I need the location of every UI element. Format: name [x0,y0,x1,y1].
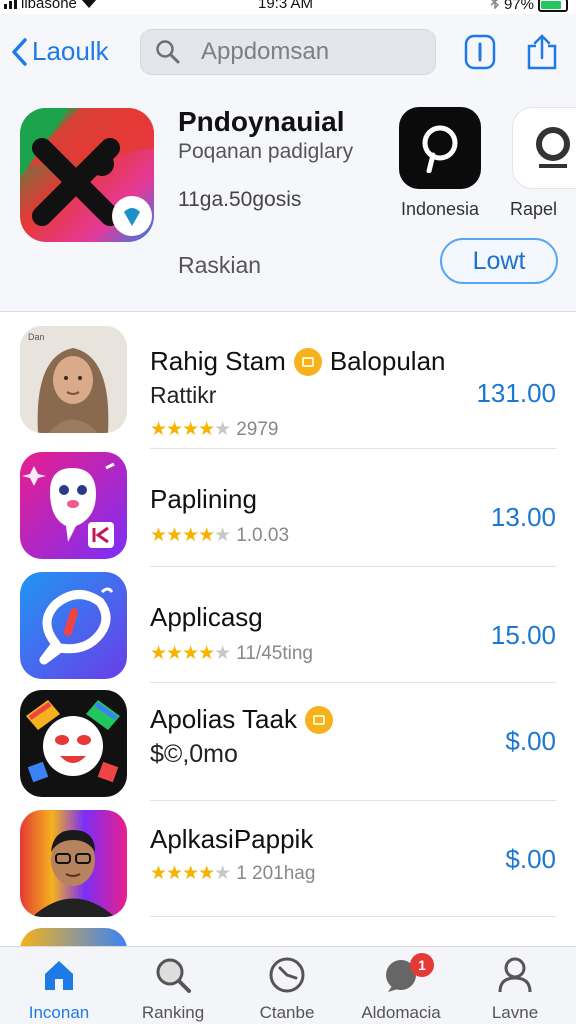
featured-subtitle: Poqanan padiglary [178,140,354,163]
divider [150,566,556,567]
camera-logo-icon [512,107,576,189]
app-subtitle: $©,0mo [150,740,238,768]
tab-aldomacia[interactable]: 1 Aldomacia [346,953,456,1023]
search-icon [156,40,180,64]
tab-ctanbe[interactable]: Ctanbe [232,953,342,1023]
star-rating-icon: ★★★★★ [150,419,231,440]
price-button[interactable]: 15.00 [491,620,556,651]
star-rating-icon: ★★★★★ [150,525,231,546]
tab-label: Aldomacia [361,1003,441,1022]
list-item[interactable]: AplkasiPappik ★★★★★ 1 201hag $.00 [0,808,576,926]
tab-label: Inconan [28,1003,90,1022]
rating-count: 11/45ting [236,642,313,664]
app-badge-text: Balopulan [329,346,446,376]
featured-section: Pndoynauial Poqanan padiglary 11ga.50gos… [0,90,576,312]
featured-get-button[interactable]: Lowt [440,238,558,284]
chevron-left-icon [12,37,27,66]
featured-rank: Raskian [178,252,262,278]
side-app-label: Rapel [510,199,558,219]
price-button[interactable]: 131.00 [476,378,556,409]
app-name: Applicasg [150,602,263,632]
status-bar: ilbasone 19:3 AM 97% [0,0,576,14]
list-item[interactable]: Dan Rahig Stam Balopulan Rattikr ★★★★★ 2… [0,324,576,449]
notification-badge: 1 [410,953,434,977]
tab-bar: Inconan Ranking Ctanbe 1 Aldomacia Lavne [0,946,576,1024]
info-icon [464,34,496,70]
bluetooth-icon [490,0,500,13]
clock-time: 19:3 AM [258,0,314,12]
price-button[interactable]: 13.00 [491,502,556,533]
side-app-indonesia[interactable]: Indonesia [394,107,486,220]
battery-percent: 97% [503,0,534,13]
mascot-icon [20,452,127,559]
star-rating-icon: ★★★★★ [150,863,231,884]
carrier-label: ilbasone [21,0,77,12]
home-icon [4,953,114,997]
navigation-bar: Laoulk [0,14,576,90]
share-icon [527,34,557,70]
info-button[interactable] [464,34,496,75]
featured-title: Pndoynauial [178,106,345,137]
signal-icon [4,0,17,9]
pin-logo-icon [399,107,481,189]
search-input[interactable] [201,38,421,66]
side-app-label: Indonesia [400,199,480,219]
wifi-icon [81,0,97,12]
side-app-rapel[interactable]: Rapel [508,107,576,220]
app-name: Rahig Stam [150,346,286,376]
chat-logo-icon [20,572,127,679]
featured-stat: 11ga.50gosis [178,188,302,211]
person-icon [460,953,570,997]
clock-icon [232,953,342,997]
app-name: Apolias Taak [150,704,297,734]
app-icon [20,928,127,946]
tab-label: Ctanbe [259,1003,315,1022]
tab-label: Lavne [491,1003,539,1022]
star-rating-icon: ★★★★★ [150,643,231,664]
divider [150,916,556,917]
back-label: Laoulk [32,36,109,66]
app-name: AplkasiPappik [150,824,314,854]
game-face-icon [20,690,127,797]
avatar-caption: Dan [28,332,45,342]
award-badge-icon [293,347,322,376]
rating-count: 1 201hag [236,862,316,884]
back-button[interactable]: Laoulk [10,36,109,67]
divider [150,682,556,683]
app-name: Paplining [150,484,257,514]
featured-app-icon[interactable] [20,108,154,242]
portrait-man-icon [20,810,127,917]
divider [150,800,556,801]
portrait-woman-icon: Dan [20,326,127,433]
list-item[interactable]: Apolias Taak $©,0mo $.00 [0,688,576,806]
tab-lavne[interactable]: Lavne [460,953,570,1023]
battery-icon [538,0,568,12]
app-subtitle: Rattikr [150,382,217,408]
search-bar[interactable] [140,29,436,75]
tab-label: Ranking [141,1003,205,1022]
price-button[interactable]: $.00 [505,726,556,757]
rating-count: 1.0.03 [236,524,290,546]
tab-ranking[interactable]: Ranking [118,953,228,1023]
list-item[interactable]: Paplining ★★★★★ 1.0.03 13.00 [0,450,576,568]
chat-icon: 1 [346,953,456,997]
list-item[interactable] [0,926,576,946]
award-badge-icon [304,705,333,734]
rating-count: 2979 [236,418,279,440]
share-button[interactable] [526,34,558,75]
app-list: Dan Rahig Stam Balopulan Rattikr ★★★★★ 2… [0,312,576,946]
tab-home[interactable]: Inconan [4,953,114,1023]
price-button[interactable]: $.00 [505,844,556,875]
search-icon [118,953,228,997]
list-item[interactable]: Applicasg ★★★★★ 11/45ting 15.00 [0,570,576,688]
divider [150,448,556,449]
